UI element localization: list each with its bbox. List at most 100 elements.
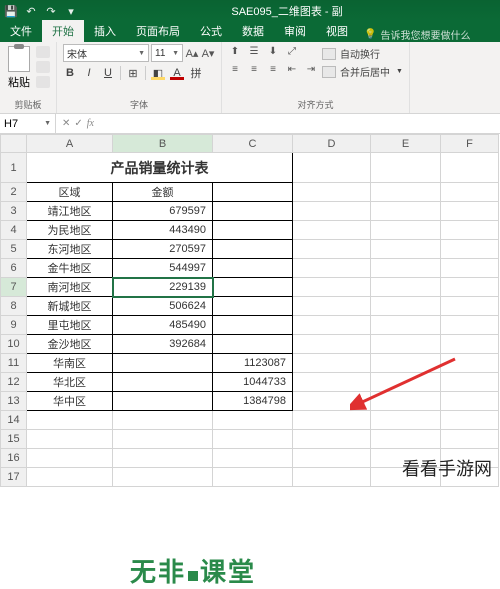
cell[interactable]	[293, 430, 371, 449]
cell[interactable]	[293, 449, 371, 468]
cell[interactable]	[441, 430, 499, 449]
row-header[interactable]: 15	[1, 430, 27, 449]
cell[interactable]	[213, 430, 293, 449]
cell[interactable]	[213, 411, 293, 430]
cell[interactable]	[27, 430, 113, 449]
cell[interactable]: 270597	[113, 240, 213, 259]
cell[interactable]	[371, 278, 441, 297]
cell[interactable]	[113, 354, 213, 373]
row-header[interactable]: 16	[1, 449, 27, 468]
cancel-icon[interactable]: ✕	[62, 118, 70, 129]
cell[interactable]: 679597	[113, 202, 213, 221]
tab-page-layout[interactable]: 页面布局	[126, 20, 190, 42]
row-header[interactable]: 6	[1, 259, 27, 278]
increase-indent-icon[interactable]: ⇥	[304, 62, 318, 76]
cell[interactable]	[441, 183, 499, 202]
row-header[interactable]: 9	[1, 316, 27, 335]
cell[interactable]: 靖江地区	[27, 202, 113, 221]
row-header[interactable]: 2	[1, 183, 27, 202]
tab-home[interactable]: 开始	[42, 20, 84, 42]
align-left-icon[interactable]: ≡	[228, 62, 242, 76]
cell[interactable]	[371, 153, 441, 183]
cell[interactable]: 1044733	[213, 373, 293, 392]
cell[interactable]	[441, 316, 499, 335]
cell[interactable]	[441, 297, 499, 316]
cell[interactable]	[371, 221, 441, 240]
row-header[interactable]: 7	[1, 278, 27, 297]
cell[interactable]	[293, 221, 371, 240]
cell[interactable]	[371, 240, 441, 259]
row-header[interactable]: 17	[1, 468, 27, 487]
save-icon[interactable]: 💾	[4, 4, 18, 18]
row-header[interactable]: 3	[1, 202, 27, 221]
cell[interactable]	[371, 430, 441, 449]
cell[interactable]: 1123087	[213, 354, 293, 373]
cell[interactable]: 金牛地区	[27, 259, 113, 278]
cell[interactable]	[213, 240, 293, 259]
wrap-text-button[interactable]: 自动换行	[322, 46, 403, 61]
col-header-B[interactable]: B	[113, 135, 213, 153]
cell[interactable]	[441, 411, 499, 430]
cell[interactable]	[27, 411, 113, 430]
cell[interactable]	[293, 411, 371, 430]
cell[interactable]	[293, 316, 371, 335]
cell[interactable]	[371, 202, 441, 221]
decrease-font-icon[interactable]: A▾	[201, 44, 215, 62]
row-header[interactable]: 1	[1, 153, 27, 183]
phonetic-button[interactable]: 拼	[189, 65, 203, 81]
fx-icon[interactable]: fx	[87, 118, 94, 129]
decrease-indent-icon[interactable]: ⇤	[285, 62, 299, 76]
cell[interactable]: 华北区	[27, 373, 113, 392]
tab-formulas[interactable]: 公式	[190, 20, 232, 42]
cell[interactable]	[293, 278, 371, 297]
cell[interactable]	[113, 411, 213, 430]
cell[interactable]	[293, 373, 371, 392]
undo-icon[interactable]: ↶	[24, 4, 38, 18]
cell[interactable]	[213, 316, 293, 335]
cell[interactable]	[293, 183, 371, 202]
cell[interactable]	[371, 183, 441, 202]
enter-icon[interactable]: ✓	[74, 118, 82, 129]
cell[interactable]	[213, 335, 293, 354]
align-bottom-icon[interactable]: ⬇	[266, 44, 280, 58]
cell[interactable]: 东河地区	[27, 240, 113, 259]
tab-data[interactable]: 数据	[232, 20, 274, 42]
font-color-button[interactable]: A	[170, 66, 184, 80]
font-size-combo[interactable]: 11▼	[151, 44, 183, 62]
paste-button[interactable]: 粘贴	[6, 44, 32, 92]
row-header[interactable]: 5	[1, 240, 27, 259]
cell[interactable]	[213, 221, 293, 240]
tab-file[interactable]: 文件	[0, 20, 42, 42]
cell[interactable]	[441, 335, 499, 354]
cell[interactable]: 485490	[113, 316, 213, 335]
cell[interactable]	[371, 392, 441, 411]
align-right-icon[interactable]: ≡	[266, 62, 280, 76]
cut-icon[interactable]	[36, 46, 50, 58]
cell[interactable]	[293, 259, 371, 278]
row-header[interactable]: 8	[1, 297, 27, 316]
cell[interactable]	[441, 354, 499, 373]
row-header[interactable]: 11	[1, 354, 27, 373]
cell[interactable]	[213, 183, 293, 202]
orientation-icon[interactable]: ⤢	[285, 44, 299, 58]
spreadsheet[interactable]: A B C D E F 1产品销量统计表2区域金额3靖江地区6795974为民地…	[0, 134, 500, 487]
align-top-icon[interactable]: ⬆	[228, 44, 242, 58]
cell[interactable]	[441, 221, 499, 240]
cell[interactable]	[371, 335, 441, 354]
cell[interactable]	[293, 335, 371, 354]
cell[interactable]: 392684	[113, 335, 213, 354]
cell[interactable]	[27, 449, 113, 468]
increase-font-icon[interactable]: A▴	[185, 44, 199, 62]
cell[interactable]	[113, 449, 213, 468]
cell[interactable]	[293, 354, 371, 373]
cell[interactable]: 443490	[113, 221, 213, 240]
tell-me[interactable]: 💡 告诉我您想要做什么	[364, 27, 470, 42]
italic-button[interactable]: I	[82, 65, 96, 81]
underline-button[interactable]: U	[101, 65, 115, 81]
cell[interactable]: 南河地区	[27, 278, 113, 297]
col-header-F[interactable]: F	[441, 135, 499, 153]
cell[interactable]	[441, 240, 499, 259]
cell[interactable]	[441, 373, 499, 392]
cell[interactable]	[441, 259, 499, 278]
format-painter-icon[interactable]	[36, 76, 50, 88]
